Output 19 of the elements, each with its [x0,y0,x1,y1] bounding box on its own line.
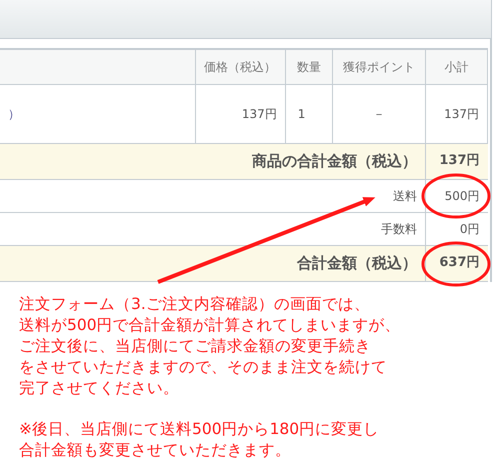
summary-value: 637円 [425,245,488,281]
column-header: 小計 [425,49,488,84]
column-header: 数量 [285,49,332,84]
summary-label: 手数料 [0,212,426,245]
column-header: 獲得ポイント [332,49,426,84]
notice-paragraph: 注文フォーム（3.ご注文内容確認）の画面では、 送料が500円で合計金額が計算されてしまいますが、 ご注文後に、当店側にてご請求金額の変更手続き をさせていただきますので、そのまま注文を続けて 完了させてください。 [19,294,402,398]
summary-label: 送料 [0,179,426,212]
summary-value: 0円 [425,212,488,245]
summary-label: 商品の合計金額（税込） [0,143,426,179]
notice-paragraph: ※後日、当店側にて送料500円から180円に変更し 合計金額も変更させていただきます。 [19,418,380,460]
summary-value: 500円 [425,179,488,212]
table-cell: 1 [285,84,332,143]
summary-label: 合計金額（税込） [0,245,426,281]
summary-value: 137円 [425,143,488,179]
table-cell: － [332,84,426,143]
table-cell: 137円 [195,84,286,143]
column-header: 価格（税込） [195,49,286,84]
table-cell: 137円 [425,84,488,143]
table-cell: ） [0,84,196,143]
